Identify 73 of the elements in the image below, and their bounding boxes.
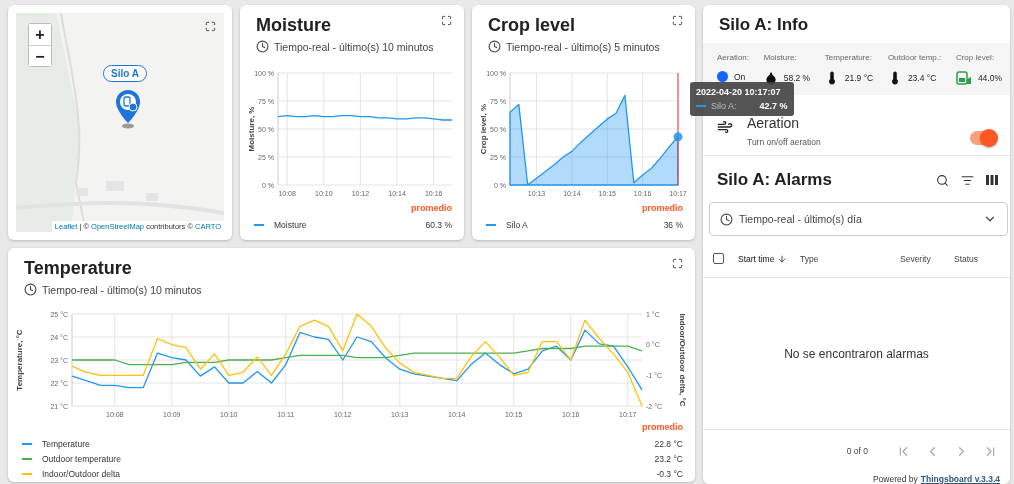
info-value: On (734, 71, 746, 82)
legend-swatch (254, 223, 264, 226)
timewindow-label[interactable]: Tiempo-real - último(s) 5 minutos (506, 40, 660, 53)
legend-swatch (486, 223, 496, 226)
fullscreen-icon[interactable] (441, 15, 452, 26)
fullscreen-icon[interactable] (205, 21, 216, 32)
wind-icon (717, 119, 733, 135)
silo-level-icon (955, 71, 972, 85)
timewindow-label[interactable]: Tiempo-real - último(s) 10 minutos (42, 283, 202, 296)
timewindow-select[interactable]: Tiempo-real - último(s) día (709, 202, 1008, 236)
info-value: 58.2 % (783, 73, 811, 83)
select-all-checkbox[interactable] (713, 253, 724, 264)
axis-title: Crop level, % (479, 103, 488, 155)
legend-header: promedio (410, 203, 452, 213)
legend-label: Silo A (506, 219, 529, 230)
timewindow-label[interactable]: Tiempo-real - último(s) 10 minutos (274, 40, 434, 53)
marker-label[interactable]: Silo A (103, 65, 147, 82)
legend-value: 60.3 % (425, 219, 452, 230)
info-label: Aeration: (717, 53, 750, 62)
legend-swatch (22, 457, 32, 460)
map-pin-icon[interactable] (114, 89, 142, 129)
legend-label: Moisture (274, 219, 308, 230)
axis-title: Temperature, °C (15, 329, 24, 391)
clock-icon (720, 212, 733, 226)
axis-title: Indoor/Outdoor delta, °C (678, 313, 687, 407)
tooltip-value: 42.7 % (759, 101, 788, 111)
info-label: Moisture: (763, 53, 798, 62)
clock-icon (256, 40, 269, 53)
clock-icon (24, 283, 37, 296)
fullscreen-icon[interactable] (672, 258, 683, 269)
card-title: Silo A: Info (719, 15, 809, 35)
legend-header: promedio (641, 422, 683, 432)
info-value: 21.9 °C (844, 73, 874, 83)
info-value: 23.4 °C (907, 73, 937, 83)
info-value: 44.0% (977, 73, 1002, 83)
info-label: Crop level: (955, 53, 996, 62)
fullscreen-icon[interactable] (672, 15, 683, 26)
card-title: Silo A: Alarms (717, 170, 832, 190)
zoom-out-button[interactable]: − (29, 45, 51, 66)
legend-value: -0.3 °C (656, 468, 683, 479)
legend-label: Outdoor temperature (42, 453, 122, 464)
info-label: Temperature: (824, 53, 873, 62)
aeration-toggle[interactable] (970, 131, 996, 145)
columns-icon[interactable] (986, 175, 998, 185)
footer-text: Powered by (872, 474, 918, 484)
card-title: Crop level (488, 15, 576, 36)
card-title: Moisture (256, 15, 331, 36)
legend-value: 22.8 °C (654, 438, 683, 449)
empty-message: No se encontraron alarmas (784, 346, 929, 361)
legend-value: 36 % (663, 219, 683, 230)
legend-swatch (22, 472, 32, 475)
legend-label: Temperature (42, 438, 91, 449)
column-header[interactable]: Severity (900, 253, 931, 264)
search-icon[interactable] (936, 173, 949, 187)
clock-icon (488, 40, 501, 53)
hover-point (673, 132, 683, 142)
card-title: Temperature (24, 258, 132, 279)
column-header[interactable]: Type (800, 253, 819, 264)
legend-swatch (22, 442, 32, 445)
page-info: 0 of 0 (846, 446, 868, 456)
tooltip-time: 2022-04-20 10:17:07 (696, 87, 782, 97)
control-title: Aeration (747, 115, 801, 131)
column-header[interactable]: Start time (738, 253, 775, 264)
legend-header: promedio (641, 203, 683, 213)
filter-icon[interactable] (961, 173, 974, 187)
footer-link[interactable]: Thingsboard v.3.3.4 (920, 474, 1000, 484)
info-label: Outdoor temp.: (887, 53, 942, 62)
tooltip-series: Silo A: (711, 101, 737, 111)
column-header[interactable]: Status (954, 253, 979, 264)
axis-title: Moisture, % (247, 106, 256, 152)
legend-label: Indoor/Outdoor delta (42, 468, 121, 479)
legend-value: 23.2 °C (654, 453, 683, 464)
control-subtitle: Turn on/off aeration (747, 137, 822, 147)
